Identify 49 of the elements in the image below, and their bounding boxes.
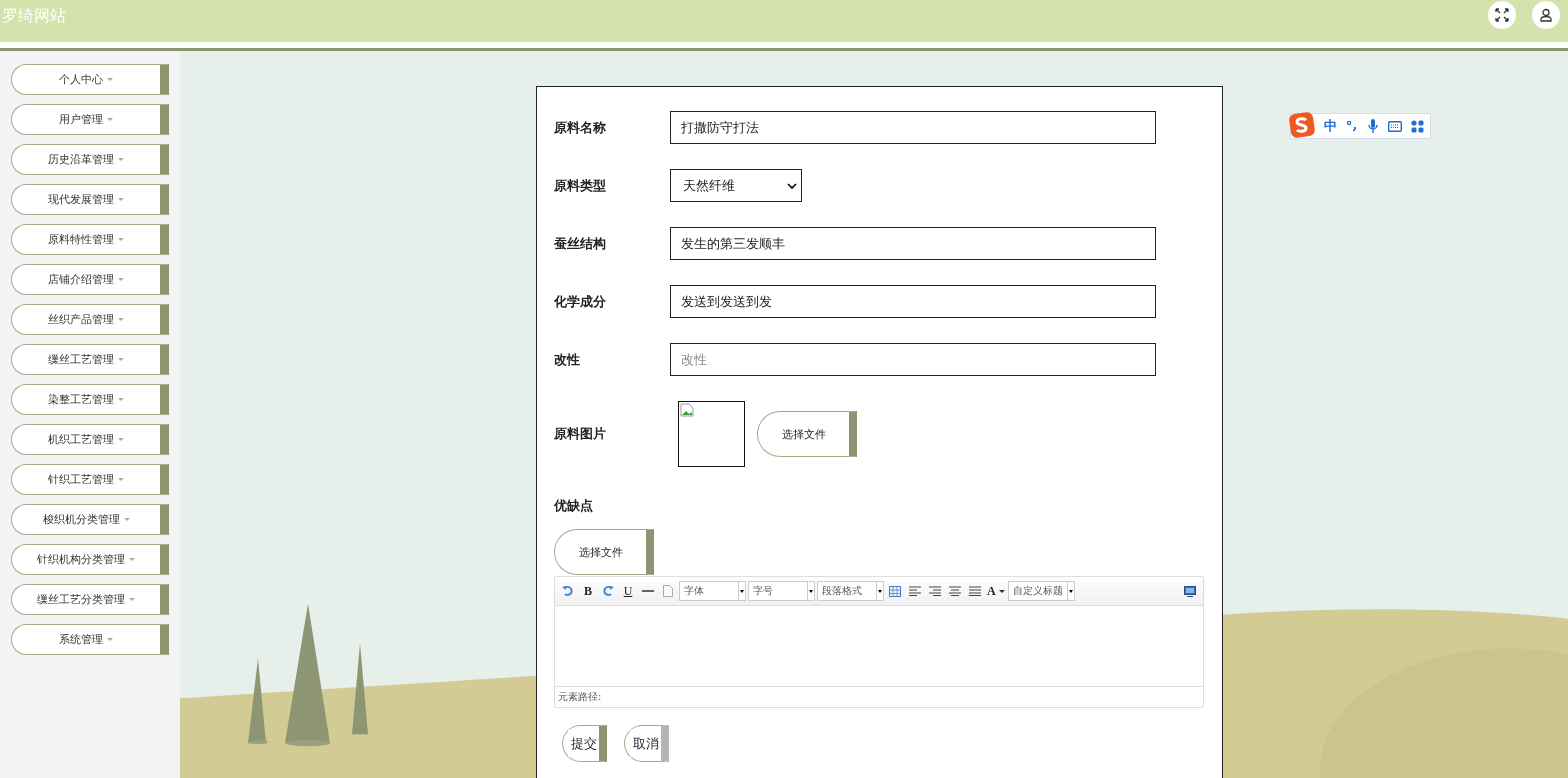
sidebar-menu-item[interactable]: 梭织机分类管理 [11,504,169,535]
input-field[interactable]: 发送到发送到发 [670,285,1156,318]
select-field[interactable]: 天然纤维 [670,169,802,202]
sidebar-menu-item[interactable]: 历史沿革管理 [11,144,169,175]
broken-image-icon [680,403,694,417]
sidebar-menu-item[interactable]: 现代发展管理 [11,184,169,215]
sidebar-menu-item[interactable]: 丝织产品管理 [11,304,169,335]
toolbar-dropdown[interactable]: 字体 [679,581,746,601]
submit-button[interactable]: 提交 [562,725,607,762]
field-label: 原料名称 [554,118,607,137]
font-color-button[interactable]: A [986,582,1006,600]
bold-button[interactable]: B [579,582,597,600]
choose-file-button[interactable]: 选择文件 [554,529,654,575]
sidebar-menu-item[interactable]: 缫丝工艺管理 [11,344,169,375]
cancel-button[interactable]: 取消 [624,725,669,762]
sidebar-menu-item[interactable]: 针织工艺管理 [11,464,169,495]
sidebar-menu-item[interactable]: 店铺介绍管理 [11,264,169,295]
toolbar-dropdown[interactable]: 自定义标题 [1007,581,1075,601]
keyboard-icon[interactable] [1388,120,1402,132]
punctuation-icon[interactable] [1346,120,1358,132]
site-title: 罗绮网站 [2,6,66,26]
input-field[interactable]: 发生的第三发顺丰 [670,227,1156,260]
sidebar-menu-item[interactable]: 机织工艺管理 [11,424,169,455]
field-label: 改性 [554,350,581,369]
toolbar-dropdown[interactable]: 段落格式 [817,581,884,601]
chevron-icon [787,182,797,189]
field-label: 蚕丝结构 [554,234,607,253]
sidebar-menu-item[interactable]: 针织机构分类管理 [11,544,169,575]
apps-icon[interactable] [1411,119,1424,133]
sidebar-menu-item[interactable]: 个人中心 [11,64,169,95]
sidebar-menu-item[interactable]: 系统管理 [11,624,169,655]
field-label: 化学成分 [554,292,607,311]
ime-mode[interactable]: 中 [1324,117,1337,135]
input-field[interactable]: 打撒防守打法 [670,111,1156,144]
sidebar-menu-item[interactable]: 用户管理 [11,104,169,135]
underline-button[interactable]: U [619,582,637,600]
user-icon[interactable] [1532,1,1560,29]
sidebar-menu-item[interactable]: 缫丝工艺分类管理 [11,584,169,615]
field-label: 原料类型 [554,176,607,195]
choose-file-button[interactable]: 选择文件 [757,411,857,457]
element-path-label: 元素路径: [558,690,602,704]
toolbar-dropdown[interactable]: 字号 [748,581,815,601]
field-label: 优缺点 [554,497,594,515]
sidebar-menu-item[interactable]: 原料特性管理 [11,224,169,255]
input-field[interactable]: 改性 [670,343,1156,376]
microphone-icon[interactable] [1367,119,1379,133]
field-label: 原料图片 [554,425,607,443]
sidebar-menu-item[interactable]: 染整工艺管理 [11,384,169,415]
fullscreen-icon[interactable] [1488,1,1516,29]
